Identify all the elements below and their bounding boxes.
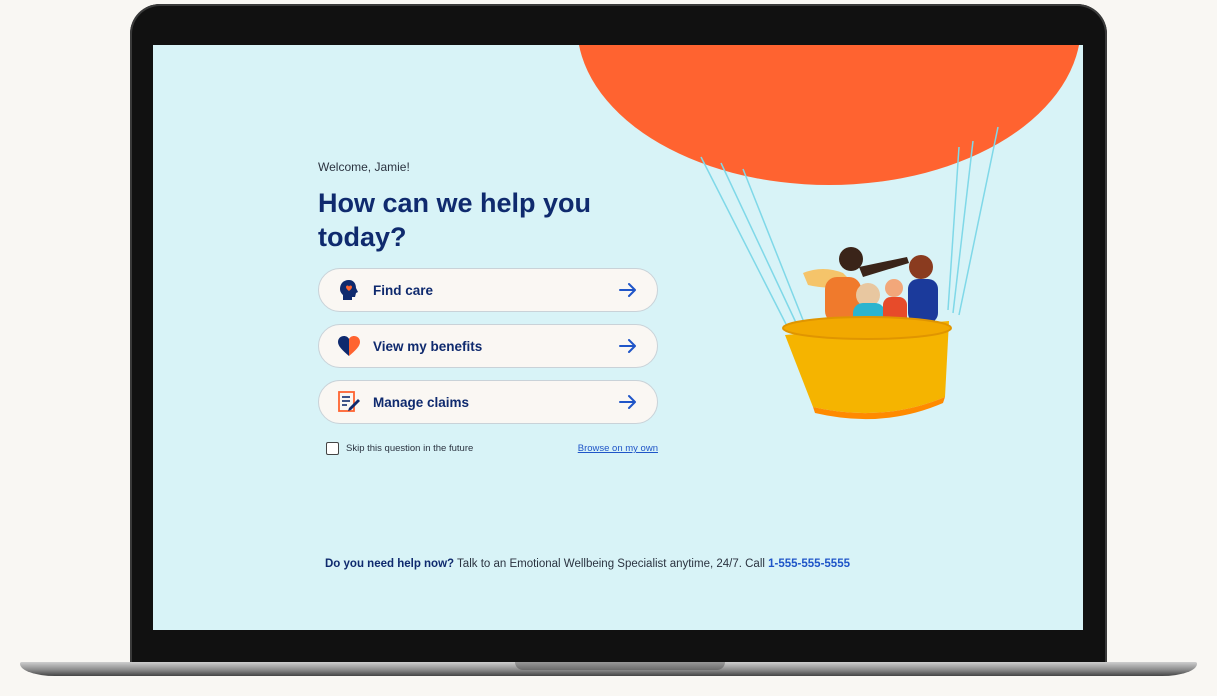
- help-question: Do you need help now?: [325, 558, 455, 570]
- welcome-text: Welcome, Jamie!: [318, 160, 410, 174]
- basket-rim: [782, 316, 952, 340]
- manage-claims-label: Manage claims: [373, 394, 470, 410]
- find-care-button[interactable]: Find care: [318, 268, 658, 312]
- help-text: Talk to an Emotional Wellbeing Specialis…: [454, 558, 769, 570]
- claim-form-icon: [337, 390, 361, 414]
- skip-checkbox[interactable]: [326, 442, 339, 455]
- arrow-right-icon: [617, 279, 639, 301]
- arrow-right-icon: [617, 391, 639, 413]
- skip-question-control[interactable]: Skip this question in the future: [326, 442, 473, 455]
- laptop-notch: [515, 662, 725, 670]
- head-heart-icon: [337, 278, 361, 302]
- view-benefits-button[interactable]: View my benefits: [318, 324, 658, 368]
- manage-claims-button[interactable]: Manage claims: [318, 380, 658, 424]
- phone-link[interactable]: 1-555-555-5555: [768, 558, 850, 570]
- browse-on-my-own-link[interactable]: Browse on my own: [578, 443, 658, 454]
- view-benefits-label: View my benefits: [373, 338, 483, 354]
- arrow-right-icon: [617, 335, 639, 357]
- skip-label: Skip this question in the future: [346, 443, 474, 454]
- help-panel: Welcome, Jamie! How can we help you toda…: [318, 160, 678, 455]
- options-footer: Skip this question in the future Browse …: [326, 442, 658, 455]
- passengers: [803, 247, 938, 327]
- page-title: How can we help you today?: [318, 188, 592, 252]
- app-screen: Welcome, Jamie! How can we help you toda…: [153, 45, 1083, 630]
- help-now-banner: Do you need help now? Talk to an Emotion…: [325, 558, 850, 570]
- heart-icon: [337, 334, 361, 358]
- find-care-label: Find care: [373, 282, 434, 298]
